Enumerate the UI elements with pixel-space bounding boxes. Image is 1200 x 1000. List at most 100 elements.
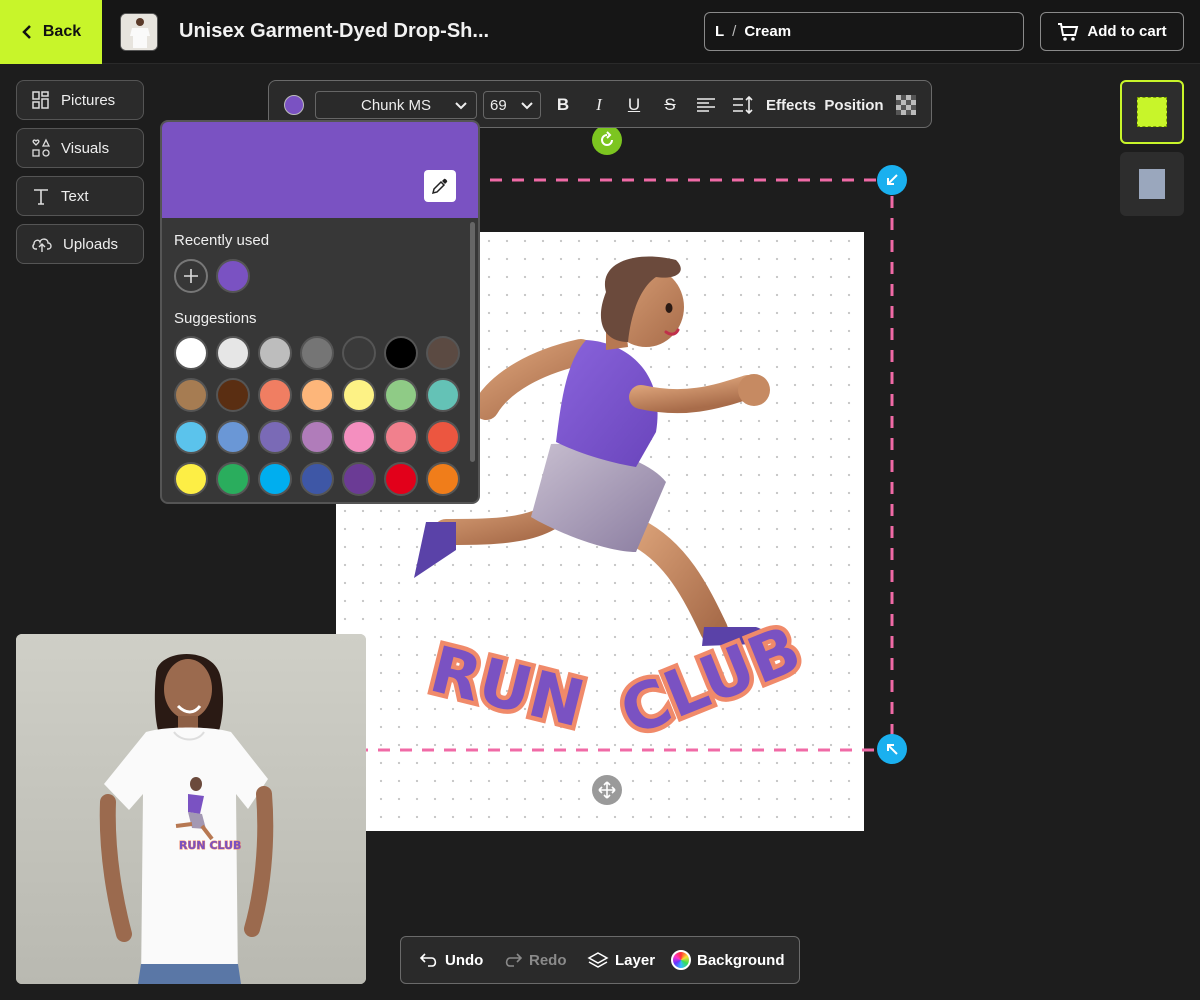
background-label: Background — [697, 951, 785, 969]
suggested-color-swatch[interactable] — [426, 462, 460, 496]
uploads-label: Uploads — [63, 235, 119, 253]
suggested-color-swatch[interactable] — [426, 336, 460, 370]
layer-label: Layer — [615, 951, 656, 969]
shapes-icon — [32, 138, 51, 157]
eyedropper-button[interactable] — [424, 170, 456, 202]
resize-handle-bottom-right[interactable] — [877, 734, 907, 764]
undo-label: Undo — [445, 951, 484, 969]
visuals-label: Visuals — [61, 139, 110, 157]
suggested-color-swatch[interactable] — [300, 378, 334, 412]
font-family-value: Chunk MS — [360, 96, 432, 114]
bold-button[interactable]: B — [553, 93, 573, 117]
color-picker-popover: Recently used Suggestions — [160, 120, 480, 504]
rotate-handle[interactable] — [592, 125, 622, 155]
add-to-cart-button[interactable]: Add to cart — [1040, 12, 1184, 51]
suggested-color-swatch[interactable] — [174, 420, 208, 454]
pictures-label: Pictures — [61, 91, 116, 109]
strikethrough-button[interactable]: S — [660, 93, 680, 117]
suggested-color-swatch[interactable] — [216, 420, 250, 454]
suggested-color-swatch[interactable] — [426, 420, 460, 454]
move-icon — [598, 781, 616, 799]
position-button[interactable]: Position — [824, 93, 883, 117]
recent-colors — [216, 259, 250, 293]
front-side-thumbnail[interactable] — [1120, 80, 1184, 144]
pictures-button[interactable]: Pictures — [16, 80, 144, 120]
add-color-button[interactable] — [174, 259, 208, 293]
suggested-color-swatch[interactable] — [258, 462, 292, 496]
underline-button[interactable]: U — [624, 93, 644, 117]
transparency-button[interactable] — [895, 93, 917, 117]
variant-size: L — [715, 23, 725, 40]
recent-color-swatch[interactable] — [216, 259, 250, 293]
undo-button[interactable]: Undo — [419, 937, 483, 983]
suggested-color-swatch[interactable] — [426, 378, 460, 412]
suggested-color-swatch[interactable] — [300, 336, 334, 370]
mockup-design-text: RUN CLUB — [179, 839, 241, 852]
suggested-color-swatch[interactable] — [384, 420, 418, 454]
rotate-icon — [601, 131, 613, 146]
redo-icon — [505, 953, 523, 967]
layer-button[interactable]: Layer — [587, 937, 655, 983]
product-title: Unisex Garment-Dyed Drop-Sh... — [179, 20, 490, 42]
undo-icon — [419, 953, 437, 967]
visuals-button[interactable]: Visuals — [16, 128, 144, 168]
suggested-color-swatch[interactable] — [174, 462, 208, 496]
bottom-toolbar: Undo Redo Layer Background — [400, 936, 800, 984]
suggested-color-swatch[interactable] — [384, 378, 418, 412]
cart-icon — [1058, 22, 1079, 41]
cloud-upload-icon — [32, 238, 52, 252]
align-button[interactable] — [695, 93, 717, 117]
line-height-icon — [733, 96, 753, 114]
text-button[interactable]: Text — [16, 176, 144, 216]
chevron-down-icon — [521, 102, 533, 110]
product-mockup-preview[interactable]: RUN CLUB — [16, 634, 366, 984]
text-color-swatch[interactable] — [284, 95, 304, 115]
suggested-color-swatch[interactable] — [258, 336, 292, 370]
suggested-color-swatch[interactable] — [258, 378, 292, 412]
suggested-color-swatch[interactable] — [342, 378, 376, 412]
suggested-color-swatch[interactable] — [174, 378, 208, 412]
pictures-icon — [32, 91, 49, 109]
text-icon — [34, 189, 48, 205]
font-family-select[interactable]: Chunk MS — [315, 91, 477, 119]
back-label: Back — [42, 23, 82, 40]
back-button[interactable]: Back — [0, 0, 102, 64]
suggested-color-swatch[interactable] — [300, 462, 334, 496]
suggestions-title: Suggestions — [174, 310, 257, 327]
suggested-color-swatch[interactable] — [342, 336, 376, 370]
move-handle[interactable] — [592, 775, 622, 805]
layers-icon — [587, 952, 609, 968]
uploads-button[interactable]: Uploads — [16, 224, 144, 264]
suggested-color-swatch[interactable] — [384, 462, 418, 496]
variant-selector[interactable]: L / Cream — [704, 12, 1024, 51]
plus-icon — [184, 269, 198, 283]
variant-color: Cream — [744, 23, 792, 40]
back-side-thumbnail[interactable] — [1120, 152, 1184, 216]
suggested-color-swatch[interactable] — [342, 462, 376, 496]
front-print-area — [1137, 97, 1167, 127]
italic-button[interactable]: I — [589, 93, 609, 117]
background-button[interactable]: Background — [671, 937, 785, 983]
suggested-color-swatch[interactable] — [300, 420, 334, 454]
redo-label: Redo — [529, 951, 567, 969]
suggested-color-swatch[interactable] — [216, 336, 250, 370]
suggested-color-swatch[interactable] — [258, 420, 292, 454]
align-left-icon — [697, 98, 715, 112]
suggested-color-swatch[interactable] — [384, 336, 418, 370]
suggested-color-swatch[interactable] — [216, 462, 250, 496]
popover-scrollbar[interactable] — [470, 222, 475, 462]
effects-button[interactable]: Effects — [766, 93, 816, 117]
suggested-color-swatch[interactable] — [216, 378, 250, 412]
font-size-select[interactable]: 69 — [483, 91, 541, 119]
transparency-icon — [896, 95, 916, 115]
color-wheel-icon — [671, 950, 691, 970]
variant-separator: / — [732, 23, 737, 40]
suggested-color-swatch[interactable] — [174, 336, 208, 370]
line-height-button[interactable] — [731, 93, 755, 117]
text-label: Text — [61, 187, 89, 205]
recently-used-title: Recently used — [174, 232, 270, 249]
arrow-up-left-icon — [887, 744, 898, 755]
redo-button[interactable]: Redo — [503, 937, 567, 983]
resize-handle-top-right[interactable] — [877, 165, 907, 195]
suggested-color-swatch[interactable] — [342, 420, 376, 454]
